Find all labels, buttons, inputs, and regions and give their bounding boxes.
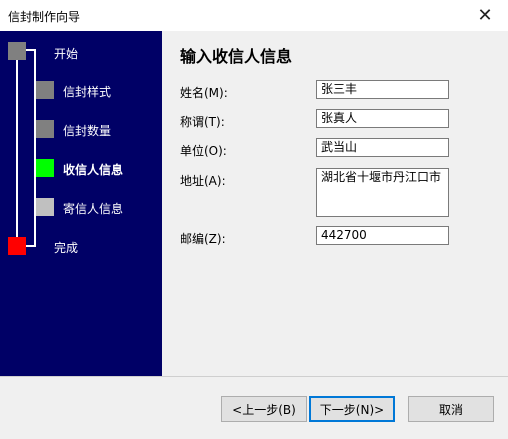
next-button[interactable]: 下一步(N)> xyxy=(309,396,395,422)
title-field[interactable]: 张真人 xyxy=(316,109,449,128)
address-label: 地址(A): xyxy=(180,174,226,188)
company-field[interactable]: 武当山 xyxy=(316,138,449,157)
cancel-button[interactable]: 取消 xyxy=(408,396,494,422)
zip-field[interactable]: 442700 xyxy=(316,226,449,245)
name-label: 姓名(M): xyxy=(180,86,228,100)
step-recipient-label: 收信人信息 xyxy=(63,163,124,177)
name-field[interactable]: 张三丰 xyxy=(316,80,449,99)
button-bar: <上一步(B) 下一步(N)> 取消 xyxy=(0,376,508,439)
window-title: 信封制作向导 xyxy=(8,10,81,24)
step-sender-marker xyxy=(36,198,54,216)
zip-label: 邮编(Z): xyxy=(180,232,226,246)
step-sender-label: 寄信人信息 xyxy=(63,202,124,216)
step-envelope-count-label: 信封数量 xyxy=(63,124,112,138)
step-start-label: 开始 xyxy=(54,47,79,61)
page-heading: 输入收信人信息 xyxy=(180,47,293,66)
step-envelope-style-marker xyxy=(36,81,54,99)
rail-vertical xyxy=(16,47,18,247)
wizard-content: 输入收信人信息 姓名(M): 张三丰 称谓(T): 张真人 单位(O): 武当山… xyxy=(162,31,508,376)
step-start-marker xyxy=(8,42,26,60)
back-button[interactable]: <上一步(B) xyxy=(221,396,307,422)
address-field[interactable]: 湖北省十堰市丹江口市 xyxy=(316,168,449,217)
step-envelope-count-marker xyxy=(36,120,54,138)
step-recipient-marker xyxy=(36,159,54,177)
step-envelope-style-label: 信封样式 xyxy=(63,85,112,99)
wizard-sidebar: 开始 信封样式 信封数量 收信人信息 寄信人信息 完成 xyxy=(0,31,162,376)
close-icon[interactable]: ✕ xyxy=(462,0,508,31)
step-finish-label: 完成 xyxy=(54,241,79,255)
step-finish-marker xyxy=(8,237,26,255)
company-label: 单位(O): xyxy=(180,144,227,158)
title-label: 称谓(T): xyxy=(180,115,225,129)
title-bar: 信封制作向导 ✕ xyxy=(0,0,508,32)
